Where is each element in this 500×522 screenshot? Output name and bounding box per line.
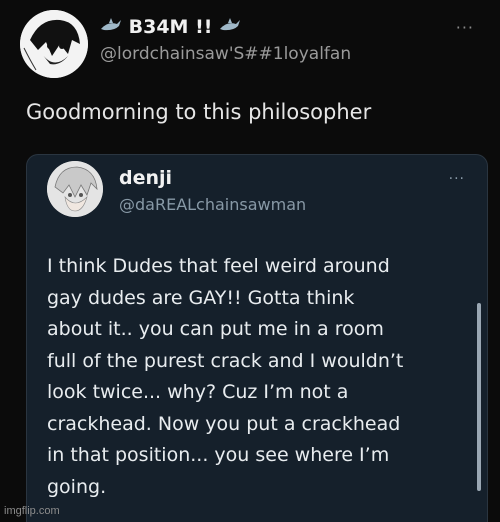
text-line: full of the purest crack and I wouldn’t [47, 349, 404, 372]
outer-tweet-header: B34M !! @lordchainsaw'S##1loyalfan ··· [0, 0, 500, 90]
more-options-icon[interactable]: ··· [449, 171, 465, 187]
author-name: B34M !! [128, 16, 213, 38]
author-name-row[interactable]: B34M !! [100, 16, 241, 39]
quoted-author-handle[interactable]: @daREALchainsawman [119, 195, 306, 214]
text-line: in that position... you see where I’m [47, 444, 390, 466]
text-line: look twice... why? Cuz I’m not a [47, 381, 349, 403]
author-handle[interactable]: @lordchainsaw'S##1loyalfan [100, 44, 351, 64]
avatar[interactable] [47, 161, 103, 217]
text-line: gay dudes are GAY!! Gotta think [47, 286, 355, 309]
watermark: imgflip.com [4, 505, 60, 517]
more-options-icon[interactable]: ··· [456, 18, 474, 37]
text-line: about it.. you can put me in a room [47, 318, 384, 340]
tweet-text: Goodmorning to this philosopher [26, 100, 372, 124]
quoted-author-name[interactable]: denji [119, 167, 172, 189]
avatar[interactable] [20, 10, 88, 78]
shark-icon [100, 17, 122, 39]
shark-icon [219, 17, 241, 39]
text-line: crackhead. Now you put a crackhead [47, 412, 401, 435]
quoted-tweet-text: I think Dudes that feel weird around gay… [47, 251, 467, 503]
text-line: I think Dudes that feel weird around [47, 255, 390, 277]
quoted-tweet-card[interactable]: denji @daREALchainsawman ··· I think Dud… [26, 154, 488, 522]
scrollbar-thumb[interactable] [477, 303, 481, 491]
text-line: going. [47, 475, 107, 498]
